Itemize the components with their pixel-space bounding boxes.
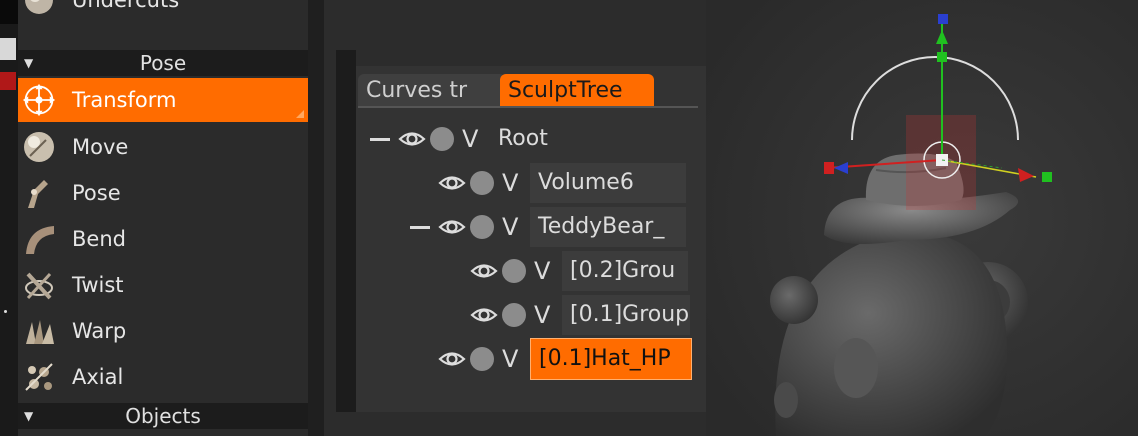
tab-underline [358, 106, 698, 108]
tool-twist[interactable]: Twist [18, 263, 308, 307]
move-icon [22, 130, 56, 164]
voxel-toggle[interactable]: V [534, 257, 556, 285]
tab-curves-tree[interactable]: Curves tr [358, 74, 506, 106]
resize-corner-icon [296, 110, 304, 118]
tree-item-label[interactable]: [0.2]Grou [562, 251, 688, 291]
collapse-icon[interactable] [410, 225, 430, 229]
axis-end-handle[interactable] [1042, 172, 1052, 182]
collapse-icon[interactable] [370, 137, 390, 141]
edge-white-block [0, 38, 16, 60]
undercuts-icon [22, 0, 56, 17]
tool-transform[interactable]: Transform [18, 78, 308, 122]
voxel-toggle[interactable]: V [502, 169, 524, 197]
tree-row-group-01[interactable]: V [0.1]Group [470, 295, 690, 335]
pose-icon [22, 176, 56, 210]
tool-bend[interactable]: Bend [18, 217, 308, 261]
eye-icon[interactable] [470, 301, 498, 329]
voxel-toggle[interactable]: V [534, 301, 556, 329]
section-title: Objects [125, 404, 201, 428]
panel-divider[interactable] [308, 0, 324, 436]
section-header-objects[interactable]: ▼ Objects [18, 403, 308, 429]
x-axis-handle-left[interactable] [824, 162, 834, 174]
voxel-toggle[interactable]: V [462, 125, 484, 153]
eye-icon[interactable] [470, 257, 498, 285]
section-title: Pose [139, 51, 187, 75]
tool-label: Twist [72, 273, 124, 297]
tree-item-label[interactable]: Volume6 [530, 163, 686, 203]
y-axis-scale-handle[interactable] [937, 52, 947, 62]
tab-label: Curves tr [366, 78, 468, 103]
3d-viewport[interactable] [706, 0, 1138, 436]
tool-axial[interactable]: Axial [18, 355, 308, 399]
eye-icon[interactable] [438, 213, 466, 241]
tree-row-volume6[interactable]: V Volume6 [438, 163, 686, 203]
material-dot-icon[interactable] [470, 215, 494, 239]
tool-undercuts[interactable]: Undercuts [18, 0, 308, 22]
left-edge-strip [0, 0, 18, 436]
tool-label: Undercuts [72, 0, 180, 12]
section-header-pose[interactable]: ▼ Pose [18, 50, 308, 76]
tab-sculpt-tree[interactable]: SculptTree [500, 74, 654, 106]
tree-row-group-02[interactable]: V [0.2]Grou [470, 251, 688, 291]
tool-label: Bend [72, 227, 126, 251]
voxel-toggle[interactable]: V [502, 345, 524, 373]
eye-icon[interactable] [398, 125, 426, 153]
z-axis-handle-top[interactable] [938, 14, 948, 24]
tree-scrollbar[interactable] [336, 50, 356, 412]
tool-label: Transform [72, 88, 177, 112]
edge-dot [4, 310, 7, 313]
tree-item-label[interactable]: [0.1]Group [562, 295, 690, 335]
voxel-toggle[interactable]: V [502, 213, 524, 241]
transform-icon [22, 83, 56, 117]
tab-label: SculptTree [508, 78, 623, 103]
tool-move[interactable]: Move [18, 125, 308, 169]
chevron-down-icon: ▼ [24, 56, 34, 70]
chevron-down-icon: ▼ [24, 409, 34, 423]
bend-icon [22, 222, 56, 256]
material-dot-icon[interactable] [430, 127, 454, 151]
edge-block [0, 0, 18, 24]
warp-icon [22, 314, 56, 348]
tree-row-teddybear[interactable]: V TeddyBear_ [410, 207, 686, 247]
tool-pose[interactable]: Pose [18, 171, 308, 215]
axial-icon [22, 360, 56, 394]
tool-label: Move [72, 135, 129, 159]
viewport-scene[interactable] [706, 0, 1138, 436]
eye-icon[interactable] [438, 169, 466, 197]
tool-label: Pose [72, 181, 121, 205]
tool-label: Axial [72, 365, 124, 389]
tree-item-label[interactable]: Root [490, 119, 556, 159]
material-dot-icon[interactable] [470, 171, 494, 195]
material-dot-icon[interactable] [502, 303, 526, 327]
tool-panel: Undercuts ▼ Pose Transform Move Pose Ben… [18, 0, 308, 436]
tree-item-label-selected[interactable]: [0.1]Hat_HP [530, 338, 692, 380]
edge-red-badge[interactable] [0, 72, 16, 90]
tool-warp[interactable]: Warp [18, 309, 308, 353]
material-dot-icon[interactable] [470, 347, 494, 371]
eye-icon[interactable] [438, 345, 466, 373]
tool-label: Warp [72, 319, 127, 343]
tree-row-hat-hp[interactable]: V [0.1]Hat_HP [438, 338, 692, 380]
tree-item-label[interactable]: TeddyBear_ [530, 207, 686, 247]
material-dot-icon[interactable] [502, 259, 526, 283]
tree-row-root[interactable]: V Root [370, 119, 556, 159]
twist-icon [22, 268, 56, 302]
